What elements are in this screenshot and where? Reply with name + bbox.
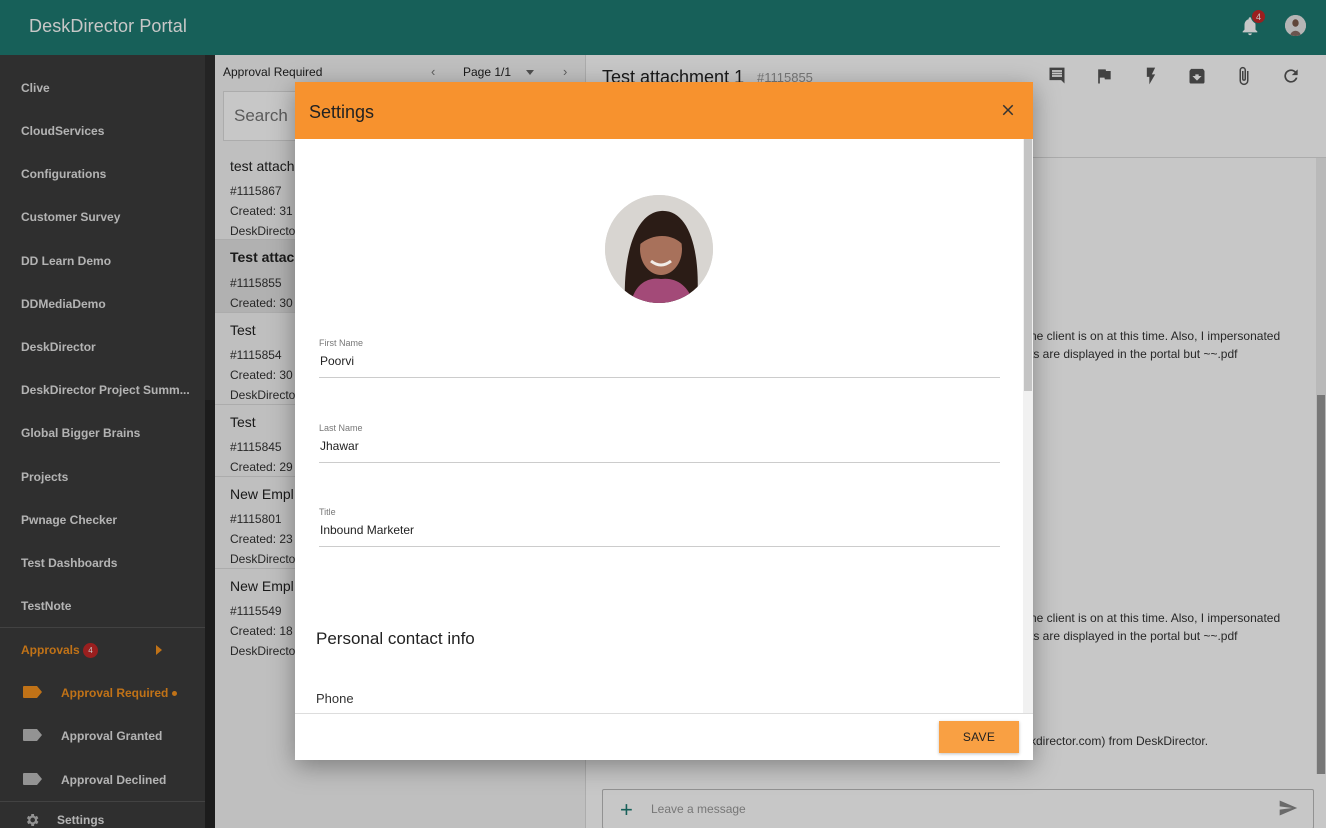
- first-name-label: First Name: [319, 338, 364, 348]
- dialog-footer: SAVE: [295, 713, 1033, 760]
- first-name-input[interactable]: [320, 354, 980, 368]
- profile-photo[interactable]: [605, 195, 713, 303]
- personal-contact-heading: Personal contact info: [316, 629, 475, 648]
- dialog-header: Settings: [295, 82, 1033, 139]
- title-input[interactable]: [320, 523, 980, 537]
- dialog-body: First Name Last Name Title Personal cont…: [295, 139, 1023, 713]
- phone-label: Phone: [316, 691, 354, 706]
- dialog-title: Settings: [309, 102, 375, 122]
- dialog-scrollbar[interactable]: [1023, 139, 1033, 713]
- last-name-label: Last Name: [319, 423, 363, 433]
- save-button[interactable]: SAVE: [939, 721, 1019, 753]
- title-field[interactable]: Title: [319, 507, 1000, 547]
- first-name-field[interactable]: First Name: [319, 338, 1000, 378]
- settings-dialog: Settings First Name Last Name Title: [295, 82, 1033, 760]
- last-name-input[interactable]: [320, 439, 980, 453]
- close-icon[interactable]: [999, 101, 1017, 119]
- title-label: Title: [319, 507, 336, 517]
- last-name-field[interactable]: Last Name: [319, 423, 1000, 463]
